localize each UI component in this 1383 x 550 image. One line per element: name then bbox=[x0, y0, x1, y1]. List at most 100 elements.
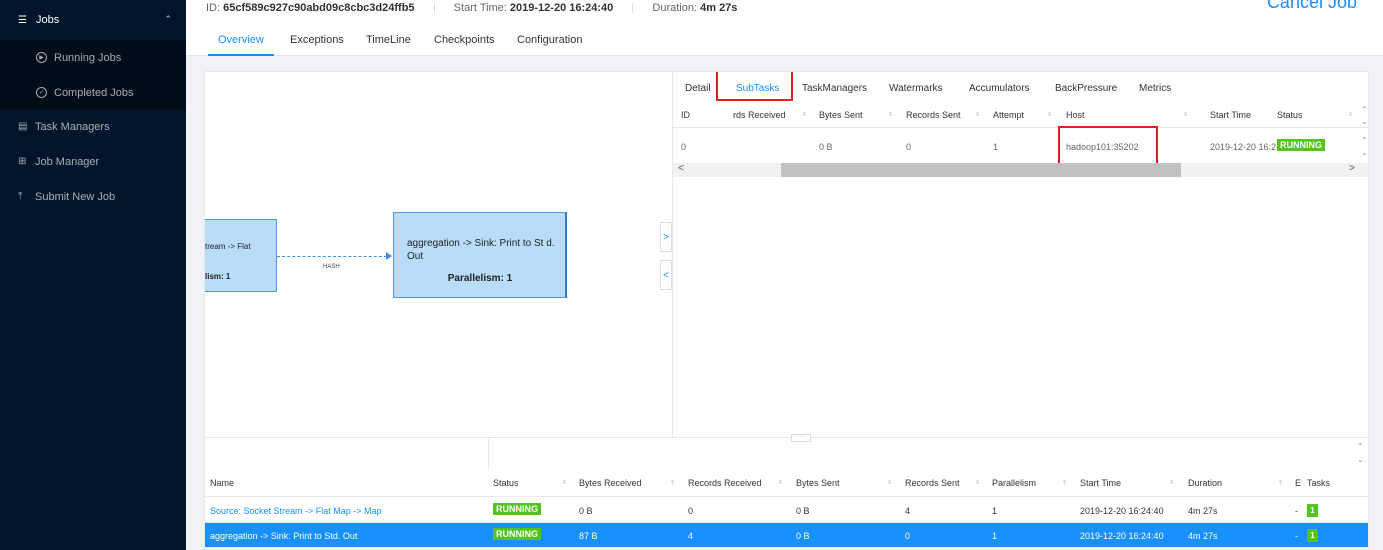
sort-icon[interactable]: ⇕ bbox=[562, 479, 567, 486]
scrollbar-thumb[interactable] bbox=[781, 163, 1181, 177]
sort-icon[interactable]: ⇕ bbox=[1183, 111, 1188, 118]
column-header-id[interactable]: ID bbox=[681, 110, 690, 120]
scroll-up-icon[interactable]: ⌃ bbox=[1361, 136, 1368, 145]
sidebar-item-label: Task Managers bbox=[35, 120, 110, 133]
start-time: 2019-12-20 16:24:40 bbox=[1080, 531, 1164, 541]
node-title: aggregation -> Sink: Print to St d. Out bbox=[407, 238, 555, 262]
table-row[interactable]: Source: Socket Stream -> Flat Map -> Map… bbox=[205, 498, 1368, 523]
subtask-id: 0 bbox=[681, 142, 687, 152]
bytes-sent: 0 B bbox=[796, 531, 810, 541]
subtasks-table-header: ID rds Received ⇕ Bytes Sent ⇕ Records S… bbox=[673, 102, 1368, 128]
column-header-name[interactable]: Name bbox=[210, 478, 234, 488]
tab-configuration[interactable]: Configuration bbox=[517, 34, 582, 46]
scroll-down-icon[interactable]: ⌄ bbox=[1361, 148, 1368, 157]
cancel-job-button[interactable]: Cancel Job bbox=[1267, 0, 1357, 13]
sidebar-item-submit-new-job[interactable]: ⤒ Submit New Job bbox=[0, 179, 186, 214]
parallelism: 1 bbox=[992, 506, 998, 516]
chevron-left-icon: < bbox=[663, 269, 669, 281]
menu-icon: ☰ bbox=[18, 14, 27, 26]
column-header-end-time[interactable]: E bbox=[1295, 478, 1301, 488]
tab-accumulators[interactable]: Accumulators bbox=[969, 83, 1030, 94]
sort-icon[interactable]: ⇕ bbox=[975, 111, 980, 118]
column-header-records-received[interactable]: rds Received bbox=[733, 110, 786, 120]
play-circle-icon: ▶ bbox=[36, 52, 47, 63]
column-header-bytes-received[interactable]: Bytes Received bbox=[579, 478, 642, 488]
scroll-down-icon[interactable]: ⌄ bbox=[1361, 117, 1368, 126]
collapse-panel-button[interactable]: < bbox=[660, 260, 672, 290]
column-header-start-time[interactable]: Start Time bbox=[1210, 110, 1251, 120]
subtask-row[interactable]: 0 0 B 0 1 hadoop101:35202 2019-12-20 16:… bbox=[673, 130, 1368, 162]
sidebar-item-jobs[interactable]: ☰ Jobs ⌃ bbox=[0, 0, 186, 40]
column-header-duration[interactable]: Duration bbox=[1188, 478, 1222, 488]
sort-icon[interactable]: ⇕ bbox=[802, 111, 807, 118]
sort-icon[interactable]: ⇕ bbox=[887, 479, 892, 486]
column-header-tasks[interactable]: Tasks bbox=[1307, 478, 1330, 488]
tab-metrics[interactable]: Metrics bbox=[1139, 83, 1171, 94]
sort-icon[interactable]: ⇕ bbox=[778, 479, 783, 486]
column-header-records-received[interactable]: Records Received bbox=[688, 478, 762, 488]
arrow-icon bbox=[386, 252, 392, 260]
end-time: - bbox=[1295, 506, 1298, 516]
sidebar-item-completed-jobs[interactable]: ✓ Completed Jobs bbox=[0, 75, 186, 110]
job-graph[interactable]: tream -> Flat lism: 1 HASH aggregation -… bbox=[205, 72, 671, 437]
scroll-up-icon[interactable]: ⌃ bbox=[1361, 105, 1368, 114]
tab-checkpoints[interactable]: Checkpoints bbox=[434, 34, 495, 46]
tab-taskmanagers[interactable]: TaskManagers bbox=[802, 83, 867, 94]
graph-node-aggregation[interactable]: aggregation -> Sink: Print to St d. Out … bbox=[393, 212, 567, 298]
column-header-status[interactable]: Status bbox=[493, 478, 519, 488]
tab-timeline[interactable]: TimeLine bbox=[366, 34, 411, 46]
scroll-up-icon[interactable]: ⌃ bbox=[1357, 442, 1364, 451]
tab-watermarks[interactable]: Watermarks bbox=[889, 83, 943, 94]
node-parallelism: Parallelism: 1 bbox=[447, 273, 513, 284]
scroll-right-icon[interactable]: > bbox=[1349, 163, 1355, 174]
column-header-attempt[interactable]: Attempt bbox=[993, 110, 1024, 120]
column-header-records-sent[interactable]: Records Sent bbox=[906, 110, 961, 120]
subtask-bytes-sent: 0 B bbox=[819, 142, 833, 152]
column-header-parallelism[interactable]: Parallelism bbox=[992, 478, 1036, 488]
vertex-name-link[interactable]: aggregation -> Sink: Print to Std. Out bbox=[210, 531, 357, 541]
column-header-records-sent[interactable]: Records Sent bbox=[905, 478, 960, 488]
tab-backpressure[interactable]: BackPressure bbox=[1055, 83, 1117, 94]
upload-icon: ⤒ bbox=[18, 191, 23, 202]
expand-panel-button[interactable]: > bbox=[660, 222, 672, 252]
sidebar-item-job-manager[interactable]: ⊞ Job Manager bbox=[0, 144, 186, 179]
scroll-left-icon[interactable]: < bbox=[678, 163, 684, 174]
sort-icon[interactable]: ⇕ bbox=[1169, 479, 1174, 486]
tab-detail[interactable]: Detail bbox=[685, 83, 711, 94]
start-time-label: Start Time: bbox=[453, 2, 507, 14]
end-time: - bbox=[1295, 531, 1298, 541]
column-header-bytes-sent[interactable]: Bytes Sent bbox=[819, 110, 863, 120]
scroll-down-icon[interactable]: ⌄ bbox=[1357, 455, 1364, 464]
sort-icon[interactable]: ⇕ bbox=[1348, 111, 1353, 118]
resize-handle[interactable]: ··· bbox=[791, 434, 811, 442]
column-header-host[interactable]: Host bbox=[1066, 110, 1085, 120]
duration: 4m 27s bbox=[1188, 506, 1218, 516]
tab-overview[interactable]: Overview bbox=[218, 34, 264, 46]
sort-icon[interactable]: ⇕ bbox=[1047, 111, 1052, 118]
task-count-badge: 1 bbox=[1307, 504, 1318, 517]
column-header-status[interactable]: Status bbox=[1277, 110, 1303, 120]
sidebar-item-label: Completed Jobs bbox=[54, 86, 134, 99]
records-sent: 4 bbox=[905, 506, 911, 516]
highlight-box-subtasks bbox=[716, 72, 793, 101]
column-header-start-time[interactable]: Start Time bbox=[1080, 478, 1121, 488]
duration: 4m 27s bbox=[1188, 531, 1218, 541]
sort-icon[interactable]: ⇕ bbox=[888, 111, 893, 118]
table-row-selected[interactable]: aggregation -> Sink: Print to Std. Out R… bbox=[205, 523, 1368, 548]
records-received: 0 bbox=[688, 506, 694, 516]
sort-icon[interactable]: ⇕ bbox=[670, 479, 675, 486]
sort-icon[interactable]: ⇕ bbox=[1062, 479, 1067, 486]
vertex-name-link[interactable]: Source: Socket Stream -> Flat Map -> Map bbox=[210, 506, 382, 516]
tab-exceptions[interactable]: Exceptions bbox=[290, 34, 344, 46]
sidebar-item-running-jobs[interactable]: ▶ Running Jobs bbox=[0, 40, 186, 75]
sidebar-item-task-managers[interactable]: ▤ Task Managers bbox=[0, 109, 186, 144]
sort-icon[interactable]: ⇕ bbox=[1278, 479, 1283, 486]
horizontal-scrollbar[interactable]: < > bbox=[673, 163, 1368, 177]
subtask-start-time: 2019-12-20 16:2 bbox=[1210, 142, 1277, 152]
start-time: 2019-12-20 16:24:40 bbox=[1080, 506, 1164, 516]
status-badge: RUNNING bbox=[493, 528, 541, 540]
graph-node-source[interactable]: tream -> Flat lism: 1 bbox=[205, 219, 277, 292]
column-header-bytes-sent[interactable]: Bytes Sent bbox=[796, 478, 840, 488]
vertex-table-header: Name Status ⇕ Bytes Received ⇕ Records R… bbox=[205, 470, 1368, 497]
sort-icon[interactable]: ⇕ bbox=[975, 479, 980, 486]
